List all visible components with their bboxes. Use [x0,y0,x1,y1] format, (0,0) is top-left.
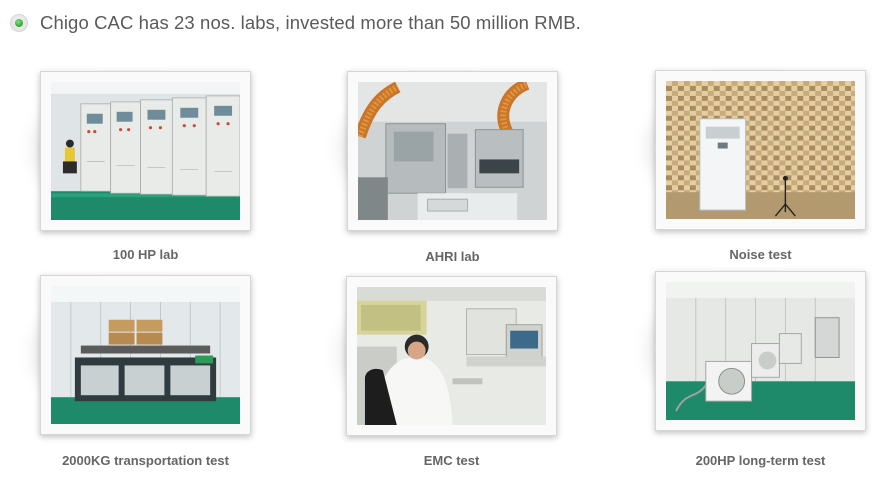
lab-photo-frame[interactable] [346,276,557,436]
page-header: Chigo CAC has 23 nos. labs, invested mor… [10,10,581,36]
control-cabinets-photo [51,82,240,220]
lab-caption: 200HP long-term test [695,453,826,468]
anechoic-room-photo [666,81,855,219]
lab-photo-frame[interactable] [40,275,251,435]
test-chamber-ducts-photo [358,82,547,220]
lab-photo-frame[interactable] [40,71,251,231]
lab-caption: Noise test [729,247,792,262]
outdoor-units-hall-photo [666,282,855,420]
lab-caption: 2000KG transportation test [62,453,229,468]
lab-caption: 100 HP lab [112,247,179,262]
lab-caption: EMC test [423,453,480,468]
bullet-icon [10,14,28,32]
technician-workstation-photo [357,287,546,425]
lab-photo-frame[interactable] [655,271,866,431]
lab-photo-frame[interactable] [655,70,866,230]
lab-caption: AHRI lab [425,249,480,264]
lab-photo-frame[interactable] [347,71,558,231]
vibration-table-photo [51,286,240,424]
header-text: Chigo CAC has 23 nos. labs, invested mor… [40,12,581,33]
